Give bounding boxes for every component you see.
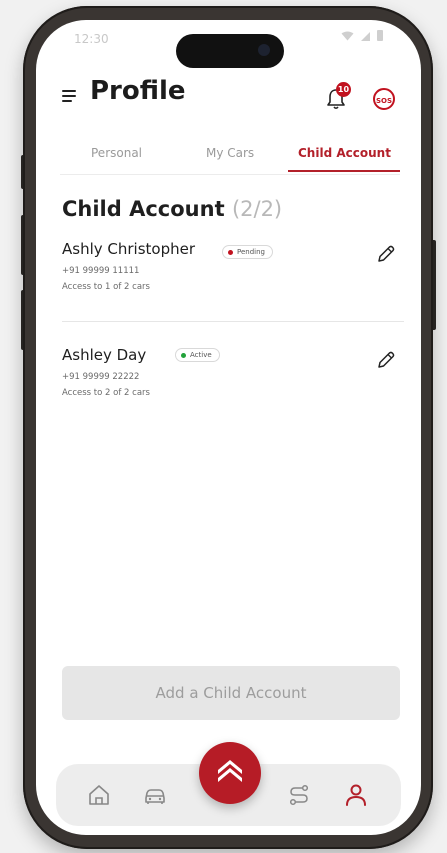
tab-my-cars[interactable]: My Cars: [206, 146, 254, 160]
section-count: (2/2): [231, 197, 283, 221]
edit-pencil-icon[interactable]: [376, 244, 396, 264]
battery-icon: [377, 30, 383, 41]
child-name: Ashly Christopher: [62, 240, 196, 258]
home-icon[interactable]: [86, 782, 112, 808]
tab-personal[interactable]: Personal: [91, 146, 142, 160]
profile-tabs: Personal My Cars Child Account: [60, 140, 400, 175]
child-account-item[interactable]: Ashly Christopher Pending +91 99999 1111…: [62, 240, 396, 310]
dynamic-island: [176, 34, 284, 68]
child-name: Ashley Day: [62, 346, 147, 364]
profile-icon[interactable]: [343, 782, 369, 808]
notification-badge: 10: [336, 82, 351, 97]
child-access: Access to 1 of 2 cars: [62, 282, 150, 292]
status-label: Pending: [237, 248, 265, 256]
status-time: 12:30: [74, 32, 109, 46]
section-title: Child Account (2/2): [62, 197, 282, 221]
child-phone: +91 99999 22222: [62, 372, 140, 382]
active-tab-indicator: [288, 170, 400, 172]
status-dot: [181, 352, 186, 358]
wifi-icon: [341, 31, 354, 40]
brand-logo-icon: [218, 760, 242, 782]
route-icon[interactable]: [286, 782, 312, 808]
status-icons: [341, 30, 383, 41]
tab-child-account[interactable]: Child Account: [298, 146, 391, 160]
child-account-item[interactable]: Ashley Day Active +91 99999 22222 Access…: [62, 346, 396, 416]
child-phone: +91 99999 11111: [62, 266, 140, 276]
status-dot: [228, 249, 233, 255]
child-access: Access to 2 of 2 cars: [62, 388, 150, 398]
app-header: Profile 10 SOS: [36, 68, 421, 116]
status-badge: Pending: [222, 245, 273, 259]
section-title-text: Child Account: [62, 197, 225, 221]
menu-icon[interactable]: [62, 90, 78, 102]
add-child-account-button[interactable]: Add a Child Account: [62, 666, 400, 720]
brand-home-fab[interactable]: [199, 742, 261, 804]
car-icon[interactable]: [142, 782, 168, 808]
front-camera: [258, 44, 270, 56]
signal-icon: [361, 31, 370, 41]
status-badge: Active: [175, 348, 220, 362]
sos-button[interactable]: SOS: [373, 88, 395, 110]
edit-pencil-icon[interactable]: [376, 350, 396, 370]
app-screen: 12:30 Profile 10 SOS Personal My Cars Ch…: [36, 20, 421, 835]
notifications-button[interactable]: 10: [326, 82, 351, 112]
status-label: Active: [190, 351, 212, 359]
page-title: Profile: [90, 76, 186, 106]
divider: [62, 321, 404, 322]
